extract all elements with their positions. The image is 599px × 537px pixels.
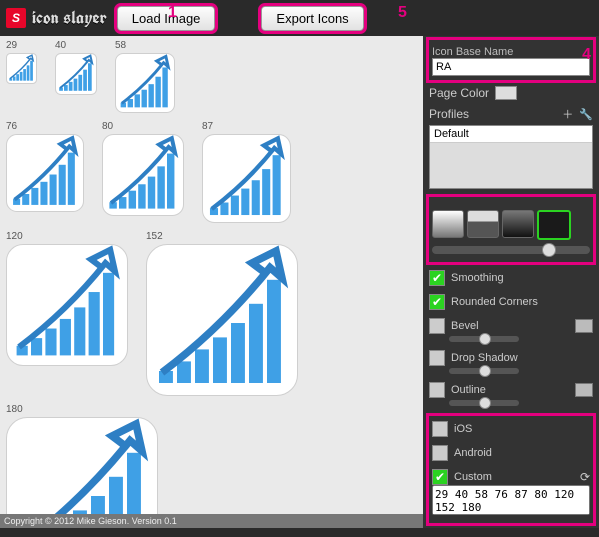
- bevel-checkbox[interactable]: [429, 318, 445, 334]
- preview-size-label: 29: [6, 40, 37, 51]
- rounded-checkbox[interactable]: ✔: [429, 294, 445, 310]
- bevel-label: Bevel: [451, 320, 479, 332]
- load-image-button[interactable]: Load Image: [117, 6, 216, 31]
- preset-4[interactable]: [537, 210, 571, 240]
- android-checkbox[interactable]: [432, 445, 448, 461]
- ios-label: iOS: [454, 423, 472, 435]
- preset-2[interactable]: [467, 210, 499, 238]
- icon-preview: [146, 244, 298, 396]
- preset-1[interactable]: [432, 210, 464, 238]
- smoothing-label: Smoothing: [451, 272, 504, 284]
- preview-size-label: 40: [55, 40, 97, 51]
- preview-cell: 152: [146, 231, 298, 396]
- preview-cell: 40: [55, 40, 97, 95]
- icon-preview: [55, 53, 97, 95]
- preset-slider[interactable]: [432, 246, 590, 254]
- icon-preview: [202, 134, 291, 223]
- profile-item[interactable]: Default: [430, 126, 592, 143]
- icon-preview: [6, 417, 158, 528]
- icon-preview: [115, 53, 175, 113]
- dropshadow-label: Drop Shadow: [451, 352, 518, 364]
- annotation-4: 4: [582, 46, 591, 64]
- preview-cell: 76: [6, 121, 84, 212]
- preview-size-label: 80: [102, 121, 184, 132]
- preview-cell: 80: [102, 121, 184, 216]
- custom-hint1: Seperate each by a space.: [429, 527, 593, 528]
- reload-icon[interactable]: ⟳: [580, 470, 590, 484]
- rounded-label: Rounded Corners: [451, 296, 538, 308]
- preview-size-label: 120: [6, 231, 128, 242]
- outline-checkbox[interactable]: [429, 382, 445, 398]
- custom-label: Custom: [454, 471, 492, 483]
- settings-icon[interactable]: 🔧: [579, 108, 593, 121]
- app-logo: S icon slayer: [6, 6, 107, 30]
- preview-cell: 87: [202, 121, 291, 223]
- preset-3[interactable]: [502, 210, 534, 238]
- preview-size-label: 180: [6, 404, 158, 415]
- export-icons-button[interactable]: Export Icons: [261, 6, 363, 31]
- footer-copyright: Copyright © 2012 Mike Gieson. Version 0.…: [0, 514, 423, 528]
- bevel-slider[interactable]: [449, 336, 519, 342]
- icon-preview: [6, 53, 37, 84]
- page-color-swatch[interactable]: [495, 86, 517, 100]
- app-title: icon slayer: [32, 6, 107, 30]
- annotation-1: 1: [168, 4, 177, 22]
- add-profile-icon[interactable]: ＋: [562, 106, 573, 122]
- base-name-label: Icon Base Name: [432, 46, 590, 58]
- preview-size-label: 87: [202, 121, 291, 132]
- icon-preview: [6, 134, 84, 212]
- custom-sizes-input[interactable]: [432, 485, 590, 515]
- annotation-5: 5: [398, 4, 407, 22]
- preview-cell: 29: [6, 40, 37, 84]
- dropshadow-checkbox[interactable]: [429, 350, 445, 366]
- smoothing-checkbox[interactable]: ✔: [429, 270, 445, 286]
- base-name-input[interactable]: [432, 58, 590, 76]
- page-color-label: Page Color: [429, 86, 489, 100]
- android-label: Android: [454, 447, 492, 459]
- bevel-swatch[interactable]: [575, 319, 593, 333]
- custom-checkbox[interactable]: ✔: [432, 469, 448, 485]
- icon-preview: [102, 134, 184, 216]
- profiles-list[interactable]: Default: [429, 125, 593, 189]
- style-presets: [432, 210, 590, 240]
- logo-mark-icon: S: [6, 8, 26, 28]
- preview-size-label: 152: [146, 231, 298, 242]
- sidebar: 4 Icon Base Name Page Color Profiles ＋ 🔧…: [423, 36, 599, 528]
- outline-slider[interactable]: [449, 400, 519, 406]
- dropshadow-slider[interactable]: [449, 368, 519, 374]
- outline-swatch[interactable]: [575, 383, 593, 397]
- ios-checkbox[interactable]: [432, 421, 448, 437]
- icon-preview: [6, 244, 128, 366]
- preview-canvas: 29 40 58 76 80 87 120 152 180 Copyright © 2012 M…: [0, 36, 423, 528]
- preview-cell: 120: [6, 231, 128, 366]
- preview-cell: 58: [115, 40, 175, 113]
- outline-label: Outline: [451, 384, 486, 396]
- preview-size-label: 58: [115, 40, 175, 51]
- profiles-label: Profiles: [429, 107, 469, 121]
- preview-cell: 180: [6, 404, 158, 528]
- preview-size-label: 76: [6, 121, 84, 132]
